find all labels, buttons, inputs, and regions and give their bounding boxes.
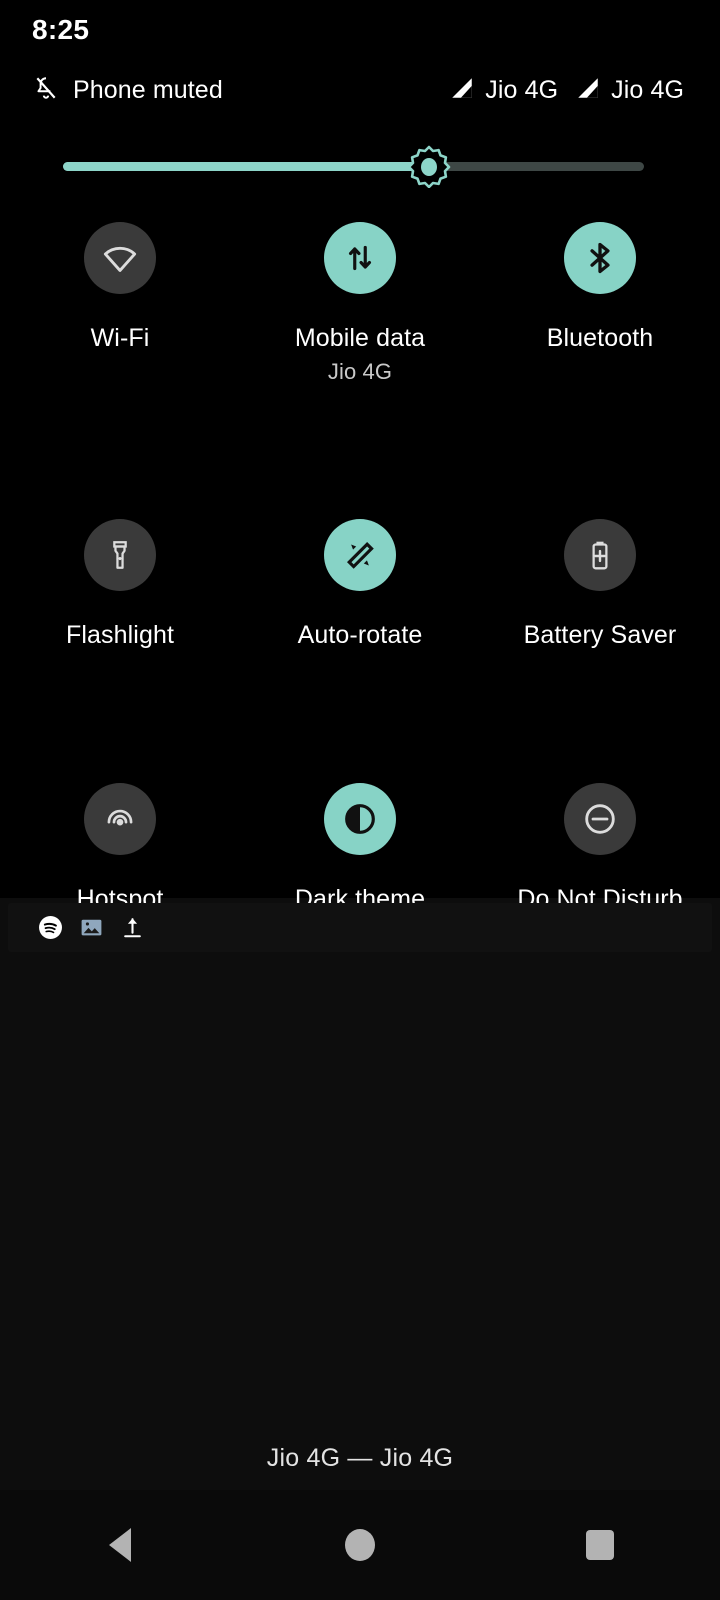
- tile-auto-rotate[interactable]: Auto-rotate: [240, 519, 480, 650]
- advanced-section[interactable]: Advanced Screen time, Battery, Open by d…: [0, 966, 720, 1056]
- status-bar: Phone muted Jio 4G Jio 4G: [0, 74, 720, 116]
- tile-flashlight-circle[interactable]: [84, 519, 156, 591]
- notification-shelf[interactable]: [8, 903, 712, 952]
- flashlight-icon: [113, 541, 127, 569]
- tile-battery-saver-label: Battery Saver: [523, 621, 677, 649]
- tile-wifi-label: Wi-Fi: [90, 324, 150, 352]
- brightness-slider[interactable]: [63, 145, 644, 189]
- tile-mobile-data-circle[interactable]: [324, 222, 396, 294]
- sim1-signal: Jio 4G: [449, 75, 558, 106]
- signal-bars-icon: [575, 75, 601, 106]
- tile-auto-rotate-circle[interactable]: [324, 519, 396, 591]
- sim2-carrier-label: Jio 4G: [611, 76, 684, 104]
- tile-bluetooth[interactable]: Bluetooth: [480, 222, 720, 385]
- brightness-fill: [63, 162, 430, 171]
- tile-flashlight-label: Flashlight: [66, 621, 174, 649]
- quick-settings-footer: [0, 820, 720, 898]
- phone-screen: Advanced Screen time, Battery, Open by d…: [0, 0, 720, 1600]
- bell-slash-icon: [33, 74, 59, 107]
- upload-icon[interactable]: [119, 914, 146, 941]
- quick-settings-shade: 8:25 Phone muted Jio 4G Jio 4G Wi-Fi Mob…: [0, 0, 720, 913]
- tile-row-1: Wi-Fi Mobile data Jio 4G Bluetooth: [0, 222, 720, 385]
- wifi-icon: [103, 246, 137, 272]
- carrier-footer-text: Jio 4G — Jio 4G: [266, 1444, 454, 1472]
- tile-wifi-circle[interactable]: [84, 222, 156, 294]
- tile-wifi[interactable]: Wi-Fi: [0, 222, 240, 385]
- auto-rotate-icon: [346, 541, 374, 569]
- navigation-bar: [0, 1490, 720, 1600]
- recents-icon: [586, 1530, 614, 1560]
- image-icon[interactable]: [78, 914, 105, 941]
- home-button[interactable]: [300, 1510, 420, 1580]
- home-icon: [345, 1529, 375, 1561]
- back-icon: [109, 1528, 131, 1562]
- quick-settings-grid: Wi-Fi Mobile data Jio 4G Bluetooth Flash…: [0, 222, 720, 914]
- spotify-icon[interactable]: [37, 914, 64, 941]
- tile-auto-rotate-label: Auto-rotate: [297, 621, 423, 649]
- battery-plus-icon: [592, 541, 608, 570]
- bluetooth-icon: [590, 242, 610, 274]
- sim1-carrier-label: Jio 4G: [485, 76, 559, 104]
- tile-flashlight[interactable]: Flashlight: [0, 519, 240, 650]
- tile-bluetooth-label: Bluetooth: [546, 324, 654, 352]
- tile-mobile-data-label: Mobile data: [294, 324, 426, 352]
- tile-battery-saver[interactable]: Battery Saver: [480, 519, 720, 650]
- status-clock: 8:25: [32, 14, 90, 45]
- phone-muted-label: Phone muted: [73, 76, 223, 104]
- mobile-data-icon: [348, 245, 372, 271]
- tile-row-2: Flashlight Auto-rotate Battery Saver: [0, 519, 720, 650]
- back-button[interactable]: [60, 1510, 180, 1580]
- signal-indicators: Jio 4G Jio 4G: [449, 75, 684, 106]
- recents-button[interactable]: [540, 1510, 660, 1580]
- phone-muted-status: Phone muted: [33, 74, 223, 107]
- tile-mobile-data[interactable]: Mobile data Jio 4G: [240, 222, 480, 385]
- signal-bars-icon: [449, 75, 475, 106]
- tile-mobile-data-sublabel: Jio 4G: [327, 359, 393, 384]
- brightness-sun-icon[interactable]: [407, 144, 451, 189]
- tile-bluetooth-circle[interactable]: [564, 222, 636, 294]
- tile-battery-saver-circle[interactable]: [564, 519, 636, 591]
- sim2-signal: Jio 4G: [575, 75, 684, 106]
